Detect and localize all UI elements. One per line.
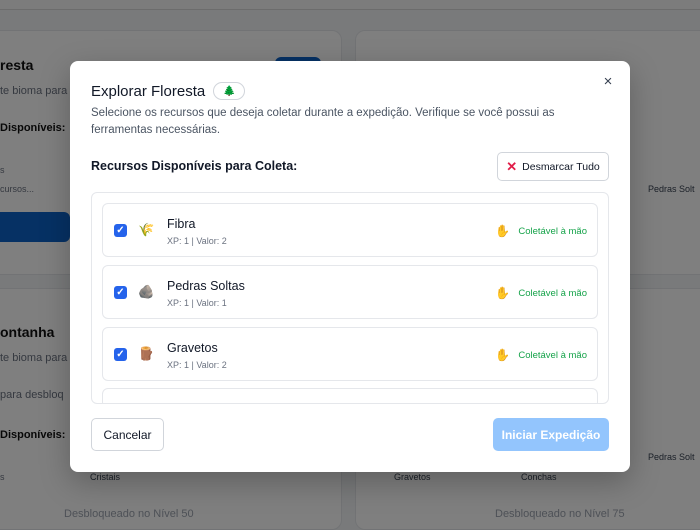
cancel-button[interactable]: Cancelar (91, 418, 164, 451)
item-meta: XP: 1 | Valor: 2 (167, 360, 227, 370)
item-checkbox[interactable]: ✓ (114, 286, 127, 299)
modal-title: Explorar Floresta 🌲 (91, 82, 246, 100)
modal-title-text: Explorar Floresta (91, 82, 206, 100)
hand-icon: ✋ (495, 348, 511, 362)
unselect-all-label: Desmarcar Tudo (522, 160, 600, 173)
hand-icon: ✋ (495, 224, 511, 238)
explore-modal: Explorar Floresta 🌲 × Selecione os recur… (70, 61, 630, 472)
item-status-text: Coletável à mão (518, 287, 587, 299)
tree-icon: 🌲 (213, 82, 246, 100)
section-title: Recursos Disponíveis para Coleta: (91, 159, 298, 173)
item-status: ✋ Coletável à mão (495, 348, 587, 362)
item-name: Fibra (167, 217, 196, 231)
start-expedition-button[interactable]: Iniciar Expedição (493, 418, 609, 451)
item-checkbox[interactable]: ✓ (114, 224, 127, 237)
fiber-icon: 🌾 (138, 222, 155, 237)
item-name: Pedras Soltas (167, 279, 245, 293)
wood-icon: 🪵 (138, 346, 155, 361)
item-meta: XP: 1 | Valor: 1 (167, 298, 227, 308)
list-item[interactable]: ✓ 🪨 Pedras Soltas XP: 1 | Valor: 1 ✋ Col… (102, 265, 598, 319)
list-item[interactable]: ✓ 🪵 Gravetos XP: 1 | Valor: 2 ✋ Coletáve… (102, 327, 598, 381)
rock-icon: 🪨 (138, 284, 155, 299)
resource-list[interactable]: ✓ 🌾 Fibra XP: 1 | Valor: 2 ✋ Coletável à… (91, 192, 609, 404)
close-icon: ✕ (506, 158, 518, 174)
list-item-partial[interactable] (102, 388, 598, 403)
item-meta: XP: 1 | Valor: 2 (167, 236, 227, 246)
item-name: Gravetos (167, 341, 218, 355)
hand-icon: ✋ (495, 286, 511, 300)
item-status: ✋ Coletável à mão (495, 224, 587, 238)
unselect-all-button[interactable]: ✕ Desmarcar Tudo (497, 152, 609, 181)
item-status: ✋ Coletável à mão (495, 286, 587, 300)
list-item[interactable]: ✓ 🌾 Fibra XP: 1 | Valor: 2 ✋ Coletável à… (102, 203, 598, 257)
modal-description: Selecione os recursos que deseja coletar… (91, 107, 555, 136)
item-checkbox[interactable]: ✓ (114, 348, 127, 361)
item-status-text: Coletável à mão (518, 349, 587, 361)
item-status-text: Coletável à mão (518, 225, 587, 237)
close-button[interactable]: × (599, 73, 617, 91)
